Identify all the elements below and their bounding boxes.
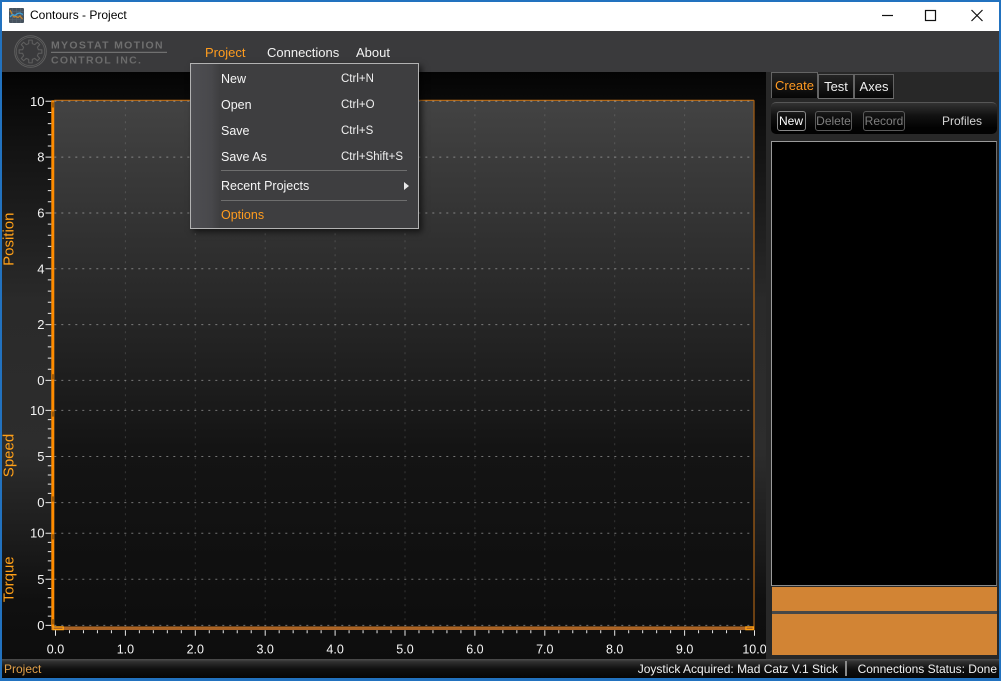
svg-text:4.0: 4.0	[326, 643, 343, 657]
svg-text:0: 0	[37, 373, 44, 388]
svg-text:10: 10	[30, 526, 44, 541]
svg-text:10: 10	[30, 94, 44, 109]
svg-text:5.0: 5.0	[396, 643, 413, 657]
svg-text:Speed: Speed	[1, 434, 18, 477]
svg-text:1.0: 1.0	[117, 643, 134, 657]
svg-text:5: 5	[37, 449, 44, 464]
svg-text:0.0: 0.0	[47, 643, 64, 657]
svg-text:10.0: 10.0	[742, 643, 766, 657]
svg-text:9.0: 9.0	[676, 643, 693, 657]
svg-text:Torque: Torque	[1, 556, 18, 602]
svg-text:Position: Position	[1, 213, 18, 266]
svg-text:2.0: 2.0	[187, 643, 204, 657]
svg-text:0: 0	[37, 618, 44, 633]
svg-text:3.0: 3.0	[257, 643, 274, 657]
svg-text:MYOSTAT MOTION: MYOSTAT MOTION	[51, 40, 164, 52]
svg-text:8: 8	[37, 150, 44, 165]
svg-text:6.0: 6.0	[466, 643, 483, 657]
svg-text:5: 5	[37, 572, 44, 587]
svg-text:0: 0	[37, 495, 44, 510]
svg-text:10: 10	[30, 403, 44, 418]
svg-text:7.0: 7.0	[536, 643, 553, 657]
svg-text:2: 2	[37, 317, 44, 332]
svg-text:4: 4	[37, 261, 44, 276]
svg-text:8.0: 8.0	[606, 643, 623, 657]
svg-text:6: 6	[37, 205, 44, 220]
svg-text:CONTROL INC.: CONTROL INC.	[51, 55, 142, 67]
